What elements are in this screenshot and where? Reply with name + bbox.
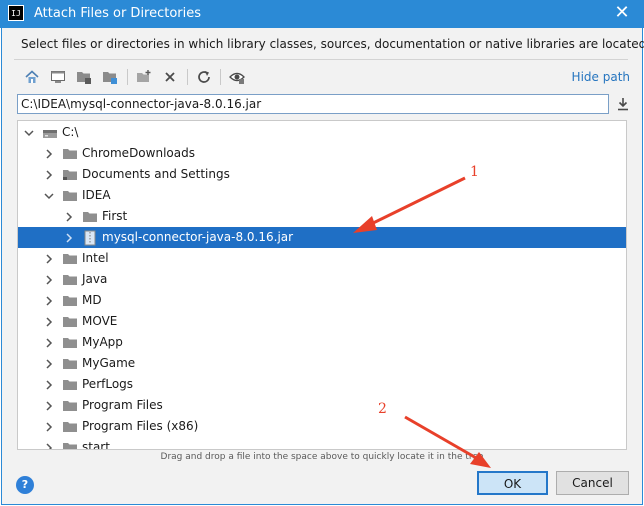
chevron-right-icon[interactable] — [42, 332, 56, 353]
module-icon[interactable] — [100, 67, 120, 87]
tree-row-label: Documents and Settings — [82, 167, 230, 181]
tree-row-label: Program Files (x86) — [82, 419, 199, 433]
desktop-icon[interactable] — [48, 67, 68, 87]
divider — [14, 59, 628, 60]
delete-icon[interactable] — [160, 67, 180, 87]
tree-row[interactable]: C:\ — [18, 122, 626, 143]
toolbar-divider — [220, 69, 221, 85]
chevron-right-icon[interactable] — [42, 374, 56, 395]
tree-row[interactable]: MOVE — [18, 311, 626, 332]
tree-row[interactable]: MD — [18, 290, 626, 311]
tree-row-label: PerfLogs — [82, 377, 134, 391]
download-icon[interactable] — [615, 96, 631, 112]
folder-icon — [62, 314, 78, 330]
tree-row-label: First — [102, 209, 128, 223]
file-tree[interactable]: C:\ ChromeDownloads Documents and Settings… — [17, 120, 627, 450]
chevron-right-icon[interactable] — [42, 290, 56, 311]
tree-row-label: MD — [82, 293, 102, 307]
chevron-right-icon[interactable] — [62, 206, 76, 227]
hide-path-link[interactable]: Hide path — [572, 70, 630, 84]
annotation-label-1: 1 — [470, 164, 479, 180]
tree-row[interactable]: Program Files — [18, 395, 626, 416]
tree-row-label: MOVE — [82, 314, 118, 328]
tree-row[interactable]: PerfLogs — [18, 374, 626, 395]
toolbar: Hide path — [14, 66, 630, 90]
window-title: Attach Files or Directories — [34, 6, 202, 21]
chevron-right-icon[interactable] — [62, 227, 76, 248]
folder-icon — [62, 272, 78, 288]
path-input[interactable]: C:\IDEA\mysql-connector-java-8.0.16.jar — [17, 94, 609, 114]
folder-icon — [62, 356, 78, 372]
tree-row[interactable]: Intel — [18, 248, 626, 269]
annotation-label-2: 2 — [378, 401, 387, 417]
tree-row[interactable]: start — [18, 437, 626, 450]
folder-icon — [82, 209, 98, 225]
chevron-down-icon[interactable] — [42, 185, 56, 206]
tree-row-label: MyApp — [82, 335, 123, 349]
title-bar: IJ Attach Files or Directories ✕ — [0, 0, 644, 28]
tree-row[interactable]: Program Files (x86) — [18, 416, 626, 437]
cancel-button[interactable]: Cancel — [556, 471, 629, 495]
tree-row[interactable]: IDEA — [18, 185, 626, 206]
drag-drop-hint: Drag and drop a file into the space abov… — [160, 452, 484, 462]
help-button[interactable]: ? — [16, 476, 34, 494]
tree-row[interactable]: First — [18, 206, 626, 227]
refresh-icon[interactable] — [194, 67, 214, 87]
chevron-right-icon[interactable] — [42, 437, 56, 449]
home-icon[interactable] — [22, 67, 42, 87]
folder-icon — [62, 293, 78, 309]
tree-row-label: Program Files — [82, 398, 163, 412]
chevron-down-icon[interactable] — [22, 122, 36, 143]
tree-row-label: ChromeDownloads — [82, 146, 195, 160]
tree-row-label: IDEA — [82, 188, 111, 202]
tree-row-label: C:\ — [62, 125, 79, 139]
tree-row-label: Java — [82, 272, 108, 286]
project-icon[interactable] — [74, 67, 94, 87]
folder-icon — [62, 146, 78, 162]
folder-icon — [62, 188, 78, 204]
toolbar-divider — [187, 69, 188, 85]
tree-row[interactable]: ChromeDownloads — [18, 143, 626, 164]
folder-icon — [62, 377, 78, 393]
tree-row[interactable]: MyGame — [18, 353, 626, 374]
chevron-right-icon[interactable] — [42, 269, 56, 290]
tree-row-label: MyGame — [82, 356, 136, 370]
show-hidden-icon[interactable] — [227, 67, 247, 87]
tree-row[interactable]: Java — [18, 269, 626, 290]
close-button[interactable]: ✕ — [600, 0, 644, 28]
drive-icon — [42, 125, 58, 141]
ok-button[interactable]: OK — [477, 471, 548, 495]
chevron-right-icon[interactable] — [42, 311, 56, 332]
chevron-right-icon[interactable] — [42, 353, 56, 374]
tree-row[interactable]: Documents and Settings — [18, 164, 626, 185]
chevron-right-icon[interactable] — [42, 143, 56, 164]
tree-row-label: mysql-connector-java-8.0.16.jar — [102, 230, 294, 244]
path-row: C:\IDEA\mysql-connector-java-8.0.16.jar — [17, 94, 631, 116]
folder-icon — [62, 251, 78, 267]
folder-icon — [62, 398, 78, 414]
chevron-right-icon[interactable] — [42, 416, 56, 437]
new-folder-icon[interactable] — [134, 67, 154, 87]
chevron-right-icon[interactable] — [42, 248, 56, 269]
tree-row[interactable]: mysql-connector-java-8.0.16.jar — [18, 227, 626, 248]
folder-icon — [62, 335, 78, 351]
toolbar-divider — [127, 69, 128, 85]
tree-row-label: start — [82, 440, 110, 450]
tree-row[interactable]: MyApp — [18, 332, 626, 353]
jar-icon — [82, 230, 98, 246]
tree-scrollbar[interactable] — [630, 120, 636, 450]
chevron-right-icon[interactable] — [42, 164, 56, 185]
dialog-description: Select files or directories in which lib… — [21, 37, 644, 51]
folder-link-icon — [62, 167, 78, 183]
intellij-icon: IJ — [8, 5, 24, 21]
tree-row-label: Intel — [82, 251, 109, 265]
folder-icon — [62, 419, 78, 435]
chevron-right-icon[interactable] — [42, 395, 56, 416]
folder-icon — [62, 440, 78, 449]
